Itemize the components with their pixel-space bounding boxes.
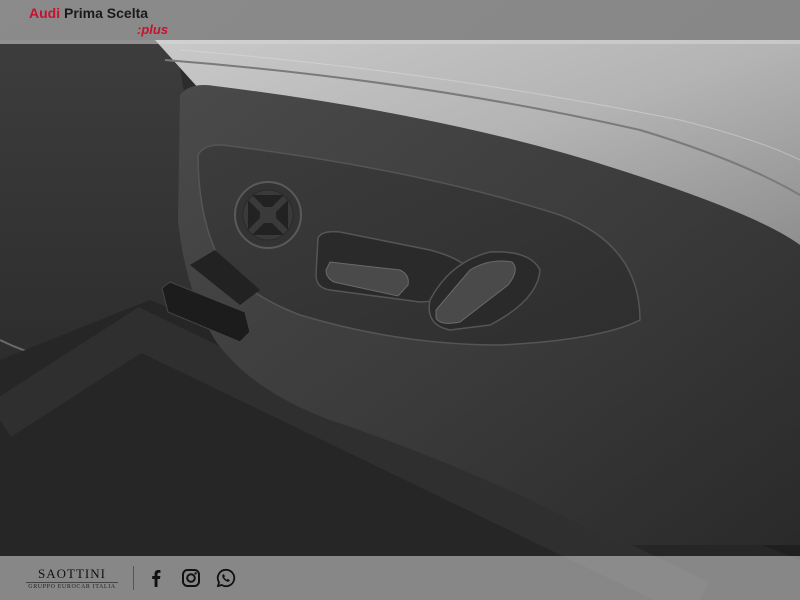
whatsapp-icon[interactable] [215, 567, 237, 589]
brand-name: Prima Scelta [64, 5, 149, 21]
brand-plus: :plus [137, 22, 169, 37]
brand-header: Audi Prima Scelta :plus [0, 0, 800, 44]
instagram-icon[interactable] [180, 567, 202, 589]
facebook-icon[interactable] [145, 567, 167, 589]
dealer-name: SAOTTINI [38, 566, 106, 581]
dealer-group: GRUPPO EUROCAR ITALIA [26, 582, 118, 592]
brand-logo: Audi Prima Scelta [29, 5, 148, 21]
seat-controls-photo [0, 0, 800, 600]
dealer-footer: SAOTTINI GRUPPO EUROCAR ITALIA [0, 556, 800, 600]
dealer-logo: SAOTTINI GRUPPO EUROCAR ITALIA [26, 567, 118, 592]
brand-audi: Audi [29, 5, 61, 21]
footer-divider [133, 566, 134, 590]
